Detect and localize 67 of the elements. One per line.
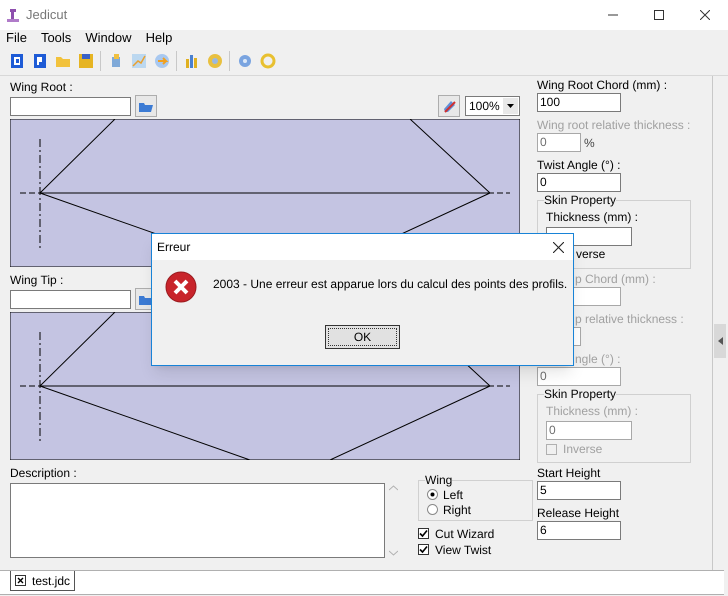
field-label: Wing Tip : (10, 273, 64, 288)
menu-item[interactable]: Tools (40, 28, 72, 48)
zoom-value: 100% (468, 98, 501, 115)
chart-icon (130, 53, 146, 69)
field-label: p Chord (mm) : (575, 273, 656, 286)
checkbox-option[interactable]: Cut Wizard (418, 526, 533, 541)
dialog-title: Erreur (157, 239, 190, 256)
eraser-button[interactable] (438, 95, 460, 117)
close-icon (700, 10, 710, 20)
document-p-icon (32, 53, 48, 69)
toolbar-button[interactable] (77, 52, 94, 70)
menu-item[interactable]: Help (146, 28, 172, 48)
text-field[interactable]: 6 (537, 521, 621, 540)
radio-option[interactable]: Right (427, 502, 532, 517)
error-message: 2003 - Une erreur est apparue lors du calcul des points des profils. (213, 276, 568, 293)
window-title: Jedicut (26, 6, 68, 24)
close-icon (15, 575, 26, 586)
menu-item[interactable]: File (6, 28, 27, 48)
field-label: Release Height (537, 507, 620, 520)
checkbox-label: verse (576, 247, 606, 261)
scroll-down-icon (388, 550, 398, 556)
field-label: Start Height (537, 467, 600, 480)
document-tab[interactable]: test.jdc (10, 571, 76, 591)
description-field[interactable] (10, 483, 385, 558)
group-title: Wing (425, 473, 452, 487)
field-label: Description : (10, 466, 78, 481)
checkbox-option[interactable]: View Twist (418, 542, 533, 557)
group-title: Skin Property (544, 387, 616, 401)
toolbar-button[interactable] (8, 52, 25, 70)
menu-item[interactable]: Window (85, 28, 132, 48)
field-label: Wing root relative thickness : (537, 119, 690, 132)
disc-icon (206, 53, 222, 69)
field-label: Thickness (mm) : (546, 210, 638, 224)
open-button[interactable] (135, 95, 157, 117)
text-field[interactable]: 0 (537, 173, 621, 192)
folder-icon (139, 293, 153, 305)
zoom-dropdown[interactable]: 100% (465, 96, 520, 116)
field-label: Wing Root Chord (mm) : (537, 79, 668, 92)
save-icon (78, 53, 94, 69)
toolbar-button[interactable] (183, 52, 200, 70)
ok-button[interactable]: OK (325, 325, 400, 349)
toolbar-button[interactable] (31, 52, 48, 70)
eraser-icon (442, 99, 456, 113)
error-icon (165, 271, 197, 303)
text-field[interactable]: 5 (537, 481, 621, 500)
ring-icon (260, 53, 276, 69)
unit-label: % (584, 135, 595, 152)
caret-icon (507, 104, 514, 108)
profile-field[interactable] (10, 96, 131, 116)
field-label: Twist Angle (°) : (537, 159, 620, 172)
document-d-icon (8, 53, 24, 69)
field-label: Wing Root : (10, 80, 73, 95)
splitter-handle[interactable] (714, 324, 726, 358)
radio-option[interactable]: Left (427, 487, 532, 502)
field-label: p relative thickness : (575, 313, 684, 326)
bars-icon (184, 53, 200, 69)
group-title: Skin Property (544, 193, 616, 207)
profile-field[interactable] (10, 290, 131, 308)
scroll-up-icon (388, 485, 398, 491)
field-label: Thickness (mm) : (546, 404, 638, 418)
field-label: ngle (°) : (575, 353, 620, 366)
text-field[interactable]: 100 (537, 93, 621, 112)
folder-icon (139, 100, 153, 112)
app-icon (6, 7, 20, 23)
close-icon (552, 242, 564, 252)
collapse-arrow-icon (718, 337, 722, 345)
maximize-icon (654, 10, 664, 20)
